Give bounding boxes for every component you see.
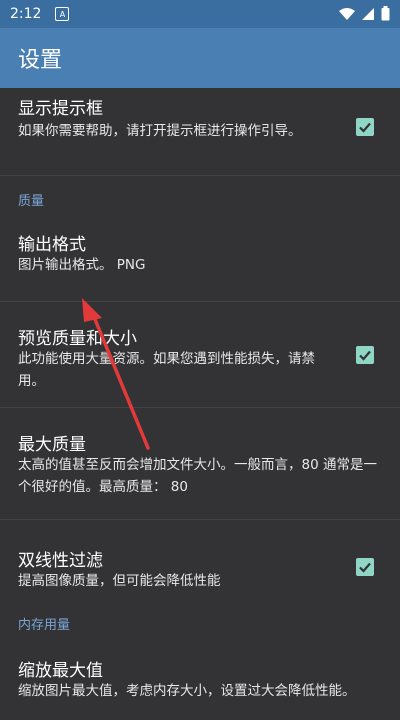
annotation-arrow	[82, 298, 150, 450]
